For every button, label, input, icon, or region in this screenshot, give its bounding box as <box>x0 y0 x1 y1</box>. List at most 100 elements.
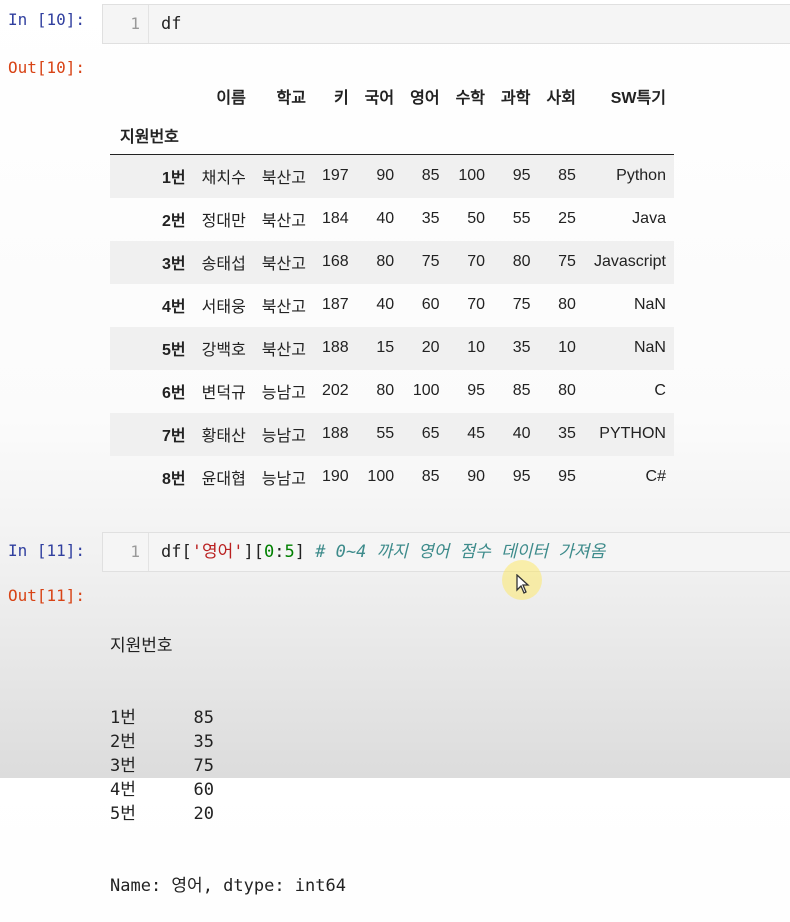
out-prompt-10: Out[10]: <box>8 58 86 77</box>
table-cell: 187 <box>321 296 349 313</box>
code-token: ] <box>294 542 316 562</box>
table-cell: C <box>654 382 666 399</box>
table-cell: 변덕규 <box>201 385 246 402</box>
table-cell: 강백호 <box>201 342 246 359</box>
table-cell: 100 <box>412 382 440 399</box>
table-cell: 35 <box>421 210 440 227</box>
table-cell: 북산고 <box>261 170 306 188</box>
table-cell: 45 <box>467 425 486 442</box>
code-number: 0 <box>263 542 275 562</box>
table-cell: 85 <box>558 167 576 185</box>
code-line[interactable]: df['영어'][0:5] # 0~4 까지 영어 점수 데이터 가져옴 <box>161 533 605 571</box>
series-value: 85 <box>193 708 214 728</box>
table-cell: 80 <box>558 382 576 399</box>
table-cell: 10 <box>467 339 486 356</box>
table-cell: 황태산 <box>201 428 246 445</box>
table-cell: 35 <box>512 339 531 356</box>
table-cell: 85 <box>421 468 440 485</box>
line-number: 1 <box>103 5 149 43</box>
table-cell: 197 <box>321 167 349 185</box>
table-cell: 202 <box>321 382 349 399</box>
code-cell-10[interactable]: 1 df <box>102 4 790 44</box>
table-cell: 송태섭 <box>201 256 246 273</box>
table-cell: 40 <box>512 425 531 442</box>
table-cell: 95 <box>512 167 531 185</box>
table-cell: 65 <box>421 425 440 442</box>
mouse-pointer-icon <box>516 574 530 594</box>
table-cell: 북산고 <box>261 256 306 273</box>
table-cell: Java <box>632 210 666 227</box>
table-cell: 95 <box>512 468 531 485</box>
table-cell: 40 <box>376 296 395 313</box>
series-row: 5번 20 <box>110 802 346 826</box>
series-row: 4번 60 <box>110 778 346 802</box>
table-cell: 10 <box>558 339 576 356</box>
code-comment: # 0~4 까지 영어 점수 데이터 가져옴 <box>315 542 606 562</box>
table-cell: 80 <box>512 253 531 270</box>
table-cell: 85 <box>512 382 531 399</box>
table-cell: 90 <box>376 167 395 185</box>
table-cell: 60 <box>421 296 440 313</box>
table-cell: 95 <box>467 382 486 399</box>
table-cell: C# <box>645 468 666 485</box>
table-cell: 190 <box>321 468 349 485</box>
dataframe-table: 이름 학교 키 국어 영어 수학 과학 사회 SW특기 지원번호 1번 채치수 북산고 197 90 85… <box>110 76 674 499</box>
series-key: 4번 <box>110 780 136 800</box>
table-cell: 정대만 <box>201 213 246 230</box>
table-cell: 75 <box>558 253 576 270</box>
code-line[interactable]: df <box>161 5 181 43</box>
table-cell: 25 <box>558 210 576 227</box>
series-value: 60 <box>193 780 214 800</box>
row-index: 1번 <box>162 170 186 188</box>
table-cell: 윤대협 <box>201 471 246 488</box>
in-prompt-11: In [11]: <box>8 541 86 560</box>
table-cell: 85 <box>421 167 440 185</box>
row-index: 6번 <box>162 385 186 402</box>
table-cell: 40 <box>376 210 395 227</box>
table-cell: 80 <box>376 253 395 270</box>
table-cell: PYTHON <box>599 425 666 442</box>
cursor-highlight <box>502 560 542 600</box>
code-string: '영어' <box>191 542 244 562</box>
table-cell: 능남고 <box>261 385 306 402</box>
column-header: 영어 <box>410 90 440 107</box>
column-header: 수학 <box>455 90 486 107</box>
table-cell: 능남고 <box>261 428 306 445</box>
row-index: 5번 <box>162 342 186 359</box>
table-cell: 90 <box>467 468 486 485</box>
line-number: 1 <box>103 533 149 571</box>
column-header: 과학 <box>501 90 531 107</box>
table-cell: NaN <box>633 339 666 356</box>
table-cell: 15 <box>376 339 395 356</box>
table-row: 7번 황태산 능남고 188 55 65 45 40 35 PYTHON <box>110 412 674 456</box>
series-key: 1번 <box>110 708 136 728</box>
table-cell: 184 <box>321 210 349 227</box>
table-cell: 북산고 <box>261 213 306 230</box>
table-cell: 168 <box>321 253 349 270</box>
column-header: 국어 <box>364 90 395 107</box>
series-row: 1번 85 <box>110 706 346 730</box>
table-cell: 20 <box>421 339 440 356</box>
series-row: 2번 35 <box>110 730 346 754</box>
table-cell: 서태웅 <box>201 299 246 316</box>
table-cell: 75 <box>512 296 531 313</box>
table-cell: NaN <box>633 296 666 313</box>
column-header: 학교 <box>276 90 306 107</box>
index-header-row: 지원번호 <box>110 116 674 155</box>
code-token: df[ <box>161 542 192 562</box>
table-cell: 188 <box>321 339 349 356</box>
table-cell: 70 <box>467 253 486 270</box>
table-cell: 북산고 <box>261 342 306 359</box>
code-cell-11[interactable]: 1 df['영어'][0:5] # 0~4 까지 영어 점수 데이터 가져옴 <box>102 532 790 572</box>
row-index: 3번 <box>162 256 186 273</box>
code-token: : <box>274 542 285 562</box>
row-index: 7번 <box>162 428 186 445</box>
table-cell: 55 <box>512 210 531 227</box>
table-cell: 채치수 <box>201 170 246 188</box>
table-cell: 50 <box>467 210 486 227</box>
table-row: 3번 송태섭 북산고 168 80 75 70 80 75 Javascript <box>110 240 674 284</box>
column-header: 키 <box>333 90 349 107</box>
column-header-row: 이름 학교 키 국어 영어 수학 과학 사회 SW특기 <box>110 76 674 116</box>
series-footer: Name: 영어, dtype: int64 <box>110 876 346 896</box>
table-row: 2번 정대만 북산고 184 40 35 50 55 25 Java <box>110 198 674 241</box>
